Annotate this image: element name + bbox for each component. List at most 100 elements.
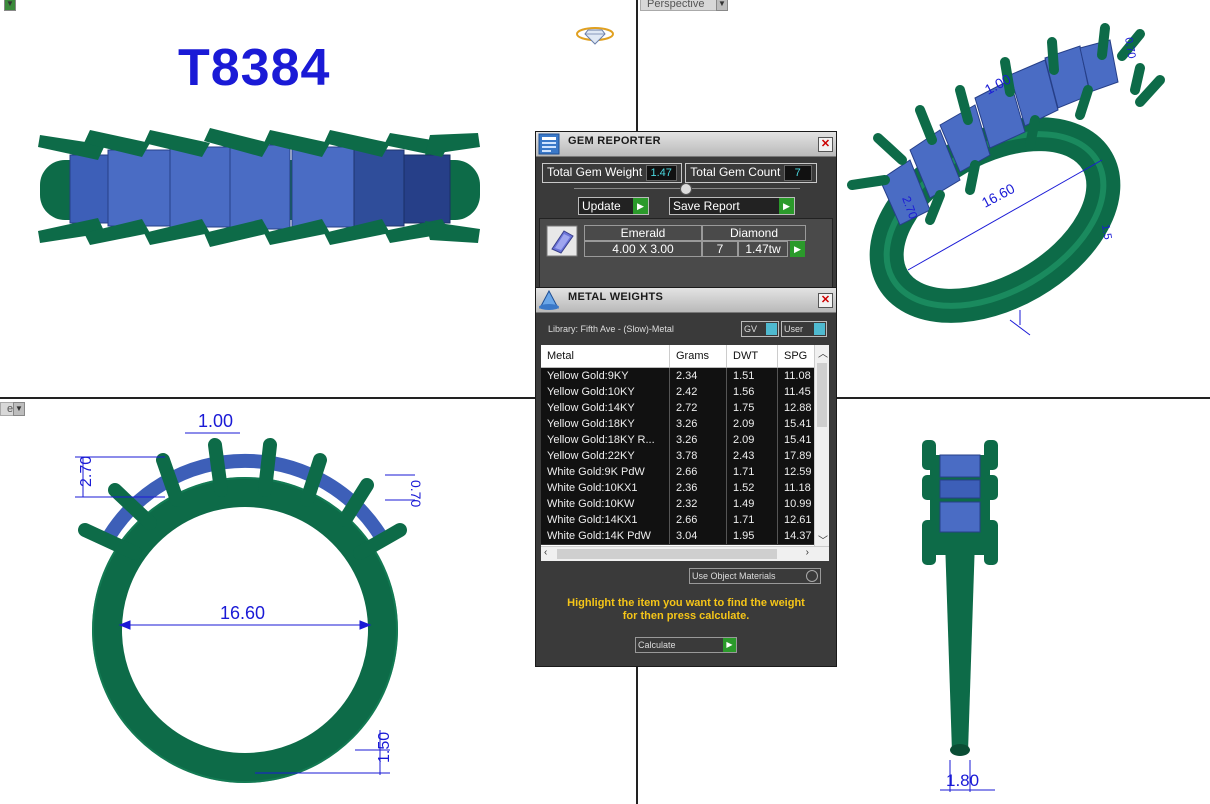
horizontal-scrollbar[interactable]: ‹ › bbox=[541, 546, 829, 561]
cell-spg: 14.37 bbox=[778, 528, 818, 544]
cell-metal-name: White Gold:14K PdW bbox=[541, 528, 670, 544]
cell-spg: 11.18 bbox=[778, 480, 818, 496]
cell-metal-name: Yellow Gold:18KY bbox=[541, 416, 670, 432]
total-gem-weight-label: Total Gem Weight 1.47 bbox=[542, 163, 682, 183]
user-toggle-label: User bbox=[784, 324, 804, 334]
table-row[interactable]: Yellow Gold:14KY 2.72 1.75 12.88 bbox=[541, 400, 818, 417]
metal-table[interactable]: Metal Grams DWT SPG Yellow Gold:9KY 2.34 1… bbox=[541, 345, 829, 561]
gem-weight: 1.47tw bbox=[738, 241, 788, 257]
save-report-button[interactable]: Save Report ▶ bbox=[669, 197, 795, 215]
table-row[interactable]: White Gold:14K PdW 3.04 1.95 14.37 bbox=[541, 528, 818, 545]
dim-shank-thickness: 1.50 bbox=[376, 732, 393, 763]
ring-front-view bbox=[38, 128, 480, 247]
cell-metal-name: Yellow Gold:14KY bbox=[541, 400, 670, 416]
gem-type: Diamond bbox=[702, 225, 806, 241]
cell-metal-name: White Gold:9K PdW bbox=[541, 464, 670, 480]
update-button[interactable]: Update ▶ bbox=[578, 197, 649, 215]
cell-dwt: 2.09 bbox=[727, 432, 778, 448]
cell-grams: 2.66 bbox=[670, 512, 727, 528]
dim-stone-length: 1.00 bbox=[198, 411, 233, 431]
gem-shape: Emerald bbox=[584, 225, 702, 241]
close-icon[interactable]: ✕ bbox=[818, 293, 833, 308]
cell-grams: 2.42 bbox=[670, 384, 727, 400]
gv-toggle[interactable]: GV bbox=[741, 321, 779, 337]
viewport-menu-arrow[interactable]: ▼ bbox=[13, 402, 25, 416]
table-row[interactable]: Yellow Gold:18KY R... 3.26 2.09 15.41 bbox=[541, 432, 818, 449]
gem-count: 7 bbox=[702, 241, 738, 257]
cell-metal-name: White Gold:10KW bbox=[541, 496, 670, 512]
user-toggle[interactable]: User bbox=[781, 321, 827, 337]
table-row[interactable]: White Gold:10KX1 2.36 1.52 11.18 bbox=[541, 480, 818, 497]
scroll-up-icon[interactable]: ︿ bbox=[818, 345, 828, 360]
viewport-menu-arrow[interactable]: ▼ bbox=[4, 0, 16, 11]
hint-text: Highlight the item you want to find the … bbox=[546, 597, 826, 623]
use-object-materials-checkbox[interactable]: Use Object Materials bbox=[689, 568, 821, 584]
dim-stone-width: 2.70 bbox=[78, 456, 95, 487]
table-row[interactable]: White Gold:9K PdW 2.66 1.71 12.59 bbox=[541, 464, 818, 481]
play-arrow-icon[interactable]: ▶ bbox=[779, 198, 794, 214]
col-dwt[interactable]: DWT bbox=[727, 345, 778, 367]
gv-toggle-label: GV bbox=[744, 324, 758, 334]
cell-dwt: 1.49 bbox=[727, 496, 778, 512]
gem-row-play-icon[interactable]: ▶ bbox=[790, 241, 805, 257]
total-gem-count-text: Total Gem Count bbox=[690, 165, 781, 179]
use-object-materials-label: Use Object Materials bbox=[692, 571, 776, 581]
scroll-down-icon[interactable]: ﹀ bbox=[818, 532, 828, 547]
dim-ring-size: 16.60 bbox=[220, 603, 265, 623]
library-label: Library: Fifth Ave - (Slow)-Metal bbox=[548, 324, 674, 334]
metal-weights-title: METAL WEIGHTS bbox=[568, 291, 664, 303]
calculate-label: Calculate bbox=[638, 640, 676, 650]
dim-ring-size-perspective: 16.60 bbox=[979, 180, 1018, 211]
gem-row[interactable]: Emerald 4.00 X 3.00 Diamond 7 1.47tw ▶ bbox=[539, 218, 833, 288]
col-metal[interactable]: Metal bbox=[541, 345, 670, 367]
viewport-label-perspective[interactable]: Perspective bbox=[640, 0, 726, 11]
cell-grams: 2.36 bbox=[670, 480, 727, 496]
scroll-right-icon[interactable]: › bbox=[806, 547, 809, 558]
total-gem-weight-value: 1.47 bbox=[645, 165, 677, 181]
metal-weights-header[interactable]: METAL WEIGHTS ✕ bbox=[536, 288, 836, 313]
total-gem-count-value: 7 bbox=[783, 165, 812, 181]
cell-spg: 15.41 bbox=[778, 432, 818, 448]
col-spg[interactable]: SPG bbox=[778, 345, 818, 367]
vertical-scrollbar[interactable]: ︿ ﹀ bbox=[814, 345, 829, 547]
save-report-label: Save Report bbox=[673, 199, 740, 213]
play-arrow-icon[interactable]: ▶ bbox=[633, 198, 648, 214]
viewport-menu-arrow[interactable]: ▼ bbox=[716, 0, 728, 11]
cell-metal-name: Yellow Gold:22KY bbox=[541, 448, 670, 464]
cell-dwt: 2.09 bbox=[727, 416, 778, 432]
scroll-thumb[interactable] bbox=[557, 549, 777, 559]
cell-dwt: 1.52 bbox=[727, 480, 778, 496]
collapse-knob-icon[interactable] bbox=[680, 183, 692, 195]
ring-perspective-view: 16.60 1.00 2.70 0.70 1.5 bbox=[847, 23, 1165, 336]
gem-reporter-title: GEM REPORTER bbox=[568, 135, 661, 147]
col-grams[interactable]: Grams bbox=[670, 345, 727, 367]
cell-spg: 12.88 bbox=[778, 400, 818, 416]
table-row[interactable]: White Gold:10KW 2.32 1.49 10.99 bbox=[541, 496, 818, 513]
scale-icon bbox=[539, 289, 559, 310]
metal-weights-panel: METAL WEIGHTS ✕ Library: Fifth Ave - (Sl… bbox=[535, 287, 837, 667]
table-row[interactable]: Yellow Gold:22KY 3.78 2.43 17.89 bbox=[541, 448, 818, 465]
cell-grams: 3.04 bbox=[670, 528, 727, 544]
calculate-button[interactable]: Calculate ▶ bbox=[635, 637, 737, 653]
hint-line-2: for then press calculate. bbox=[622, 610, 750, 622]
total-gem-count-label: Total Gem Count 7 bbox=[685, 163, 817, 183]
cell-grams: 2.32 bbox=[670, 496, 727, 512]
metal-table-header: Metal Grams DWT SPG bbox=[541, 345, 818, 368]
update-button-label: Update bbox=[582, 199, 621, 213]
cell-spg: 12.61 bbox=[778, 512, 818, 528]
scroll-thumb[interactable] bbox=[817, 363, 827, 427]
gem-reporter-header[interactable]: GEM REPORTER ✕ bbox=[536, 132, 836, 157]
cell-spg: 10.99 bbox=[778, 496, 818, 512]
close-icon[interactable]: ✕ bbox=[818, 137, 833, 152]
table-row[interactable]: Yellow Gold:18KY 3.26 2.09 15.41 bbox=[541, 416, 818, 433]
table-row[interactable]: Yellow Gold:9KY 2.34 1.51 11.08 bbox=[541, 368, 818, 385]
table-row[interactable]: White Gold:14KX1 2.66 1.71 12.61 bbox=[541, 512, 818, 529]
scroll-left-icon[interactable]: ‹ bbox=[544, 547, 547, 558]
play-arrow-icon[interactable]: ▶ bbox=[723, 638, 736, 652]
radio-icon[interactable] bbox=[806, 570, 818, 582]
table-row[interactable]: Yellow Gold:10KY 2.42 1.56 11.45 bbox=[541, 384, 818, 401]
gem-report-icon bbox=[538, 133, 560, 155]
dim-stone-depth: 0.70 bbox=[408, 480, 424, 507]
user-switch-icon bbox=[814, 323, 825, 335]
cell-grams: 3.26 bbox=[670, 416, 727, 432]
